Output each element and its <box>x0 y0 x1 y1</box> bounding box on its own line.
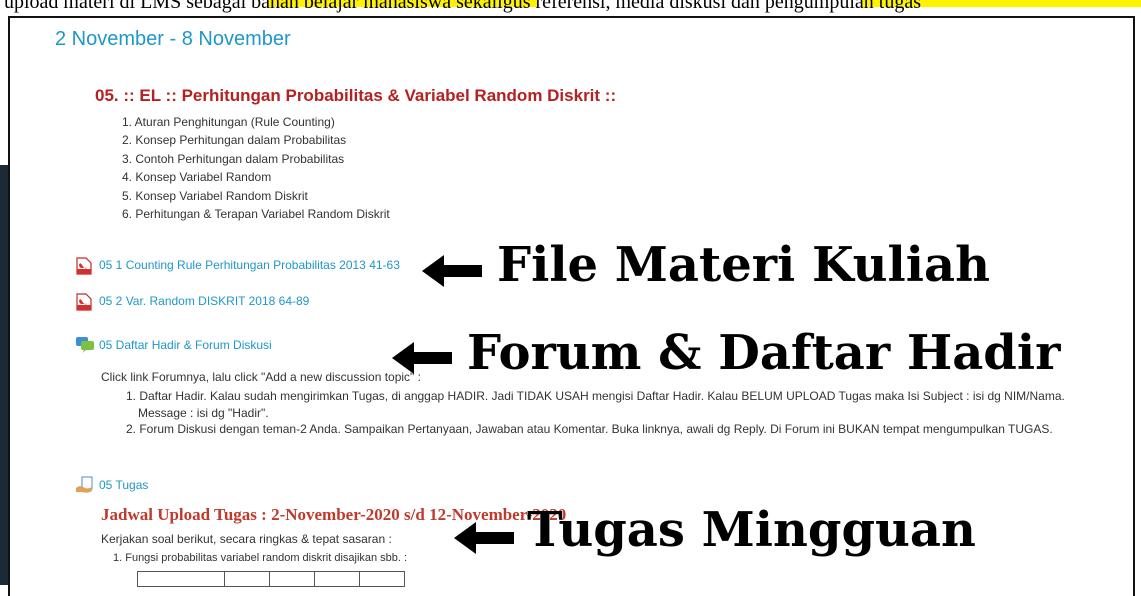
list-item: 1. Aturan Penghitungan (Rule Counting) <box>122 115 335 129</box>
assignment-instruction: Kerjakan soal berikut, secara ringkas & … <box>101 532 392 546</box>
activity-label[interactable]: 05 2 Var. Random DISKRIT 2018 64-89 <box>99 294 309 308</box>
topic-list: 1. Aturan Penghitungan (Rule Counting) 2… <box>122 113 390 223</box>
question-1: 1. Fungsi probabilitas variabel random d… <box>113 552 408 564</box>
probability-table <box>137 571 405 587</box>
arrow-left-icon <box>454 522 514 554</box>
list-item: 6. Perhitungan & Terapan Variabel Random… <box>122 206 390 221</box>
section-title: 05. :: EL :: Perhitungan Probabilitas & … <box>95 86 617 105</box>
forum-rules: 1. Daftar Hadir. Kalau sudah mengirimkan… <box>126 388 1126 438</box>
top-caption-strip: upload materi di LMS sebagai bahan belaj… <box>0 0 1141 14</box>
week-title[interactable]: 2 November - 8 November <box>55 28 291 51</box>
list-item: 5. Konsep Variabel Random Diskrit <box>122 188 308 203</box>
forum-rule: 2. Forum Diskusi dengan teman-2 Anda. Sa… <box>126 422 1053 436</box>
forum-instruction: Click link Forumnya, lalu click "Add a n… <box>101 370 421 384</box>
annotation-tugas: Tugas Mingguan <box>527 502 976 558</box>
pdf-icon <box>76 257 92 275</box>
arrow-left-icon <box>422 255 482 287</box>
left-edge-bar <box>0 165 8 585</box>
pdf-icon <box>76 293 92 311</box>
activity-label[interactable]: 05 1 Counting Rule Perhitungan Probabili… <box>99 258 400 272</box>
annotation-file-materi: File Materi Kuliah <box>497 237 991 293</box>
list-item: 4. Konsep Variabel Random <box>122 170 272 185</box>
annotation-forum: Forum & Daftar Hadir <box>467 325 1061 381</box>
arrow-left-icon <box>392 342 452 374</box>
activity-label[interactable]: 05 Tugas <box>99 478 148 492</box>
forum-rule: 1. Daftar Hadir. Kalau sudah mengirimkan… <box>126 389 1065 403</box>
list-item: 3. Contoh Perhitungan dalam Probabilitas <box>122 151 345 166</box>
assignment-icon <box>76 476 93 493</box>
forum-rule-continuation: Message : isi dg "Hadir". <box>138 405 269 420</box>
forum-icon <box>76 337 94 353</box>
activity-label[interactable]: 05 Daftar Hadir & Forum Diskusi <box>99 338 272 352</box>
top-caption-text: upload materi di LMS sebagai bahan belaj… <box>4 0 921 13</box>
list-item: 2. Konsep Perhitungan dalam Probabilitas <box>122 133 347 148</box>
